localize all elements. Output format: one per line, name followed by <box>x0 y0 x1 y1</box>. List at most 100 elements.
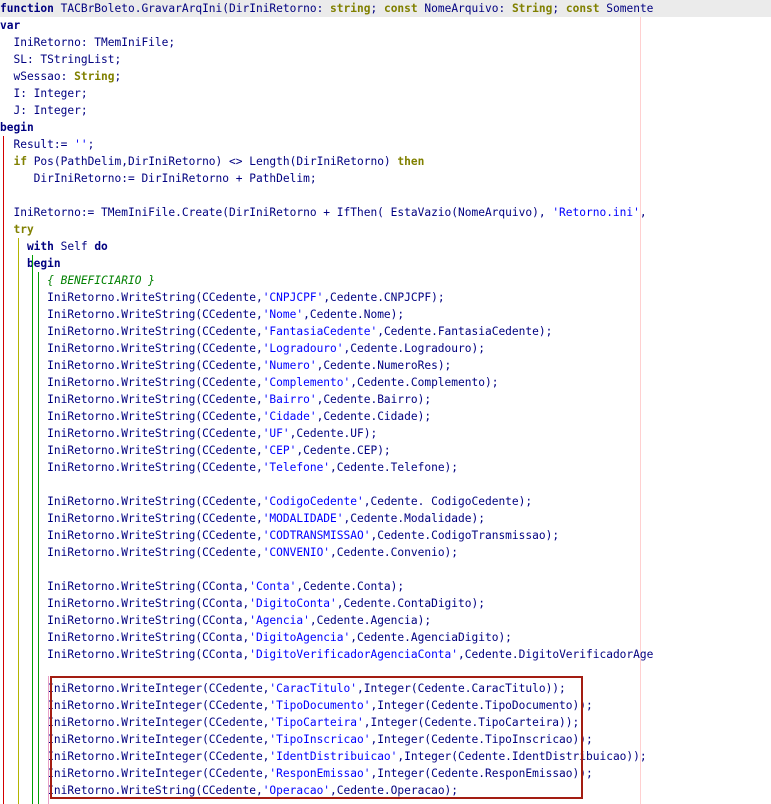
code-token: ,Cedente.ContaDigito); <box>336 597 485 610</box>
block-guide-inner-begin <box>38 272 39 804</box>
code-token: IniRetorno.WriteInteger(CCedente, <box>0 716 270 729</box>
code-token: 'Telefone' <box>262 461 331 474</box>
code-token: 'TipoInscricao' <box>269 733 371 746</box>
code-line[interactable]: IniRetorno.WriteInteger(CCedente,'Respon… <box>0 765 771 782</box>
code-line[interactable]: begin <box>0 255 771 272</box>
code-token: ,Integer(Cedente.TipoInscricao)); <box>370 733 593 746</box>
code-line[interactable]: IniRetorno.WriteString(CCedente,'CNPJCPF… <box>0 289 771 306</box>
code-line[interactable]: IniRetorno.WriteInteger(CCedente,'CaracT… <box>0 680 771 697</box>
code-line[interactable]: IniRetorno.WriteString(CCedente,'Telefon… <box>0 459 771 476</box>
code-line[interactable]: IniRetorno.WriteString(CCedente,'CONVENI… <box>0 544 771 561</box>
code-line[interactable] <box>0 476 771 493</box>
code-token: IniRetorno.WriteString(CCedente, <box>0 342 263 355</box>
code-line[interactable]: begin <box>0 119 771 136</box>
code-token: TACBrBoleto.GravarArqIni(DirIniRetorno: <box>53 2 331 15</box>
code-line[interactable]: function TACBrBoleto.GravarArqIni(DirIni… <box>0 0 771 17</box>
code-line[interactable]: IniRetorno.WriteString(CCedente,'Fantasi… <box>0 323 771 340</box>
code-token: ,Cedente.Conta); <box>296 580 405 593</box>
code-line[interactable]: wSessao: String; <box>0 68 771 85</box>
code-line[interactable]: DirIniRetorno:= DirIniRetorno + PathDeli… <box>0 170 771 187</box>
code-line[interactable]: var <box>0 17 771 34</box>
code-token: ,Cedente.DigitoVerificadorAge <box>458 648 654 661</box>
code-line[interactable] <box>0 663 771 680</box>
code-line[interactable]: IniRetorno.WriteString(CCedente,'Operaca… <box>0 782 771 799</box>
code-token: 'Cidade' <box>262 410 317 423</box>
code-token: ,Cedente.Operacao); <box>330 784 459 797</box>
code-line[interactable]: IniRetorno.WriteString(CCedente,'CEP',Ce… <box>0 442 771 459</box>
code-line[interactable]: IniRetorno.WriteString(CCedente,'Nome',C… <box>0 306 771 323</box>
code-line[interactable]: with Self do <box>0 238 771 255</box>
code-token: , <box>639 206 647 219</box>
code-token: 'DigitoAgencia' <box>249 631 351 644</box>
code-token: ,Integer(Cedente.TipoCarteira)); <box>363 716 580 729</box>
code-line[interactable]: IniRetorno.WriteString(CConta,'Agencia',… <box>0 612 771 629</box>
code-line[interactable]: IniRetorno.WriteString(CCedente,'Bairro'… <box>0 391 771 408</box>
code-line[interactable] <box>0 187 771 204</box>
code-token: if <box>0 155 27 168</box>
code-line[interactable]: IniRetorno.WriteString(CCedente,'Complem… <box>0 374 771 391</box>
code-token: 'Conta' <box>249 580 297 593</box>
code-token: IniRetorno.WriteInteger(CCedente, <box>0 682 270 695</box>
code-line[interactable]: IniRetorno.WriteString(CCedente,'Numero'… <box>0 357 771 374</box>
code-editor[interactable]: function TACBrBoleto.GravarArqIni(DirIni… <box>0 0 771 804</box>
code-token: IniRetorno.WriteString(CCedente, <box>0 359 263 372</box>
code-line[interactable]: J: Integer; <box>0 102 771 119</box>
code-line[interactable]: IniRetorno:= TMemIniFile.Create(DirIniRe… <box>0 204 771 221</box>
code-token: I: Integer; <box>0 87 88 100</box>
code-line[interactable] <box>0 561 771 578</box>
code-token: ,Cedente.Agencia); <box>309 614 432 627</box>
code-token: J: Integer; <box>0 104 88 117</box>
code-line[interactable]: { BENEFICIARIO } <box>0 272 771 289</box>
code-line[interactable]: IniRetorno.WriteString(CConta,'DigitoCon… <box>0 595 771 612</box>
code-line[interactable]: IniRetorno.WriteString(CConta,'DigitoVer… <box>0 646 771 663</box>
code-token: IniRetorno.WriteString(CCedente, <box>0 308 263 321</box>
code-line[interactable]: IniRetorno.WriteString(CConta,'Conta',Ce… <box>0 578 771 595</box>
code-token: try <box>0 223 34 236</box>
code-token: { BENEFICIARIO } <box>0 274 155 287</box>
code-token: IniRetorno.WriteString(CCedente, <box>0 461 263 474</box>
code-token: IniRetorno.WriteString(CCedente, <box>0 512 263 525</box>
code-token: ,Cedente.UF); <box>289 427 378 440</box>
code-token: String <box>74 70 115 83</box>
code-line[interactable]: IniRetorno.WriteString(CCedente,'UF',Ced… <box>0 425 771 442</box>
code-token: const <box>565 2 600 15</box>
code-token: IniRetorno.WriteString(CCedente, <box>0 393 263 406</box>
code-line[interactable]: IniRetorno.WriteInteger(CCedente,'TipoCa… <box>0 714 771 731</box>
code-token: ,Integer(Cedente.CaracTitulo)); <box>356 682 566 695</box>
code-token: 'Agencia' <box>249 614 310 627</box>
code-token: const <box>383 2 418 15</box>
code-line[interactable]: IniRetorno.WriteString(CConta,'DigitoAge… <box>0 629 771 646</box>
code-token: ,Cedente. CodigoCedente); <box>363 495 533 508</box>
code-line[interactable]: IniRetorno.WriteString(CCedente,'CodigoC… <box>0 493 771 510</box>
code-line[interactable]: IniRetorno.WriteString(CCedente,'Logrado… <box>0 340 771 357</box>
code-line[interactable]: IniRetorno.WriteString(CCedente,'Cidade'… <box>0 408 771 425</box>
code-token: ,Cedente.FantasiaCedente); <box>377 325 553 338</box>
code-token: SL: TStringList; <box>0 53 122 66</box>
code-line[interactable]: IniRetorno.WriteString(CCedente,'CODTRAN… <box>0 527 771 544</box>
code-line[interactable]: try <box>0 221 771 238</box>
code-token: NomeArquivo: <box>417 2 512 15</box>
code-token: IniRetorno.WriteString(CCedente, <box>0 546 263 559</box>
code-line[interactable]: if Pos(PathDelim,DirIniRetorno) <> Lengt… <box>0 153 771 170</box>
code-line[interactable]: IniRetorno.WriteInteger(CCedente,'TipoIn… <box>0 731 771 748</box>
code-token: 'CONVENIO' <box>262 546 331 559</box>
code-line[interactable]: I: Integer; <box>0 85 771 102</box>
code-token: IniRetorno.WriteInteger(CCedente, <box>0 750 270 763</box>
code-line[interactable]: IniRetorno.WriteInteger(CCedente,'IdentD… <box>0 748 771 765</box>
code-line[interactable]: IniRetorno: TMemIniFile; <box>0 34 771 51</box>
code-token: with <box>0 240 54 253</box>
block-guide-highlight <box>48 676 49 804</box>
code-token: ,Cedente.AgenciaDigito); <box>350 631 512 644</box>
code-token: then <box>397 155 425 168</box>
code-token: 'Retorno.ini' <box>552 206 640 219</box>
code-line[interactable]: Result:= ''; <box>0 136 771 153</box>
code-token: IniRetorno.WriteString(CCedente, <box>0 444 263 457</box>
code-token: Pos(PathDelim,DirIniRetorno) <> Length(D… <box>26 155 398 168</box>
code-line[interactable]: SL: TStringList; <box>0 51 771 68</box>
code-token: 'DigitoConta' <box>249 597 337 610</box>
code-line[interactable]: IniRetorno.WriteInteger(CCedente,'TipoDo… <box>0 697 771 714</box>
code-token: 'CEP' <box>262 444 297 457</box>
code-line[interactable]: IniRetorno.WriteString(CCedente,'MODALID… <box>0 510 771 527</box>
code-token: IniRetorno.WriteInteger(CCedente, <box>0 699 270 712</box>
block-guide-try <box>18 238 19 804</box>
